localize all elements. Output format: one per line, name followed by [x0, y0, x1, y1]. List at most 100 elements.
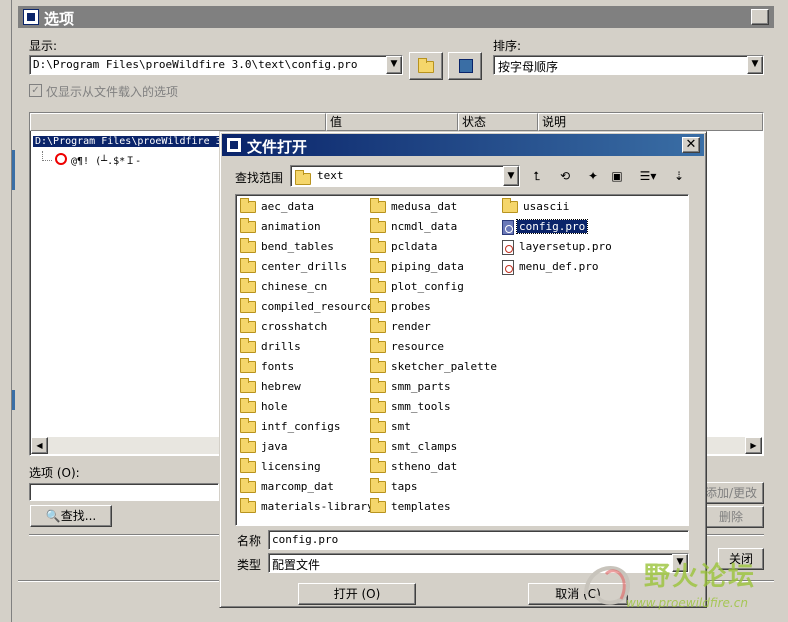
chevron-down-icon[interactable]: ▼ — [503, 166, 519, 186]
folder-item[interactable]: resource — [370, 337, 446, 357]
scroll-left-button[interactable]: ◀ — [31, 437, 48, 454]
file-dialog-close-icon[interactable]: ✕ — [682, 137, 700, 153]
folder-item[interactable]: usascii — [502, 197, 571, 217]
left-edge-marker — [12, 150, 15, 190]
chevron-down-icon[interactable]: ▼ — [386, 56, 402, 74]
folder-item[interactable]: templates — [370, 497, 453, 517]
file-name: intf_configs — [261, 420, 341, 433]
save-config-button[interactable] — [448, 52, 482, 80]
folder-icon — [240, 358, 256, 373]
folder-item[interactable]: medusa_dat — [370, 197, 459, 217]
folder-item[interactable]: fonts — [240, 357, 296, 377]
left-window-edge — [0, 0, 12, 622]
folder-item[interactable]: pcldata — [370, 237, 439, 257]
only-loaded-label: 仅显示从文件载入的选项 — [46, 85, 179, 99]
folder-icon — [370, 358, 386, 373]
look-in-label: 查找范围 — [235, 171, 284, 185]
folder-icon — [240, 458, 256, 473]
name-label: 名称 — [237, 534, 262, 548]
folder-history-icon[interactable]: ⟲ — [554, 166, 576, 186]
folder-item[interactable]: animation — [240, 217, 323, 237]
folder-item[interactable]: center_drills — [240, 257, 349, 277]
view-menu-icon[interactable]: ☰▾ — [634, 166, 662, 186]
file-name: medusa_dat — [391, 200, 458, 213]
name-input[interactable]: config.pro — [268, 530, 689, 550]
add-change-button[interactable]: 添加/更改 — [698, 482, 764, 504]
open-folder-button[interactable] — [409, 52, 443, 80]
folder-item[interactable]: probes — [370, 297, 433, 317]
folder-item[interactable]: bend_tables — [240, 237, 336, 257]
folder-icon — [370, 478, 386, 493]
display-combo[interactable]: D:\Program Files\proeWildfire 3.0\text\c… — [29, 55, 403, 75]
file-name: resource — [391, 340, 444, 353]
folder-item[interactable]: smt_clamps — [370, 437, 459, 457]
open-button[interactable]: 打开 (O) — [298, 583, 416, 605]
look-in-combo[interactable]: text ▼ — [290, 165, 520, 187]
folder-item[interactable]: smm_parts — [370, 377, 453, 397]
folder-item[interactable]: piping_data — [370, 257, 466, 277]
folder-icon — [370, 258, 386, 273]
column-header-status[interactable]: 状态 — [458, 113, 538, 131]
folder-item[interactable]: chinese_cn — [240, 277, 329, 297]
folder-item[interactable]: hebrew — [240, 377, 303, 397]
sort-label: 排序: — [493, 39, 522, 53]
tools-icon[interactable]: ⇣ — [668, 166, 690, 186]
folder-item[interactable]: java — [240, 437, 290, 457]
new-folder-icon[interactable]: ✦ — [582, 166, 604, 186]
file-item[interactable]: menu_def.pro — [502, 257, 600, 277]
folder-item[interactable]: drills — [240, 337, 303, 357]
folder-item[interactable]: taps — [370, 477, 420, 497]
folder-item[interactable]: plot_config — [370, 277, 466, 297]
folder-item[interactable]: stheno_dat — [370, 457, 459, 477]
find-button[interactable]: 🔍查找... — [30, 505, 112, 527]
folder-item[interactable]: marcomp_dat — [240, 477, 336, 497]
folder-item[interactable]: smt — [370, 417, 413, 437]
option-input[interactable] — [29, 483, 219, 501]
file-name: hebrew — [261, 380, 301, 393]
column-header-name[interactable] — [30, 113, 326, 131]
open-folder-icon — [418, 58, 434, 73]
file-item[interactable]: config.pro — [502, 217, 589, 237]
chevron-down-icon[interactable]: ▼ — [747, 56, 763, 74]
folder-icon — [370, 218, 386, 233]
folder-item[interactable]: sketcher_palette — [370, 357, 499, 377]
left-edge-marker — [12, 390, 15, 410]
column-header-value[interactable]: 值 — [326, 113, 458, 131]
folder-item[interactable]: materials-library — [240, 497, 376, 517]
file-name: usascii — [523, 200, 570, 213]
column-header-description[interactable]: 说明 — [538, 113, 763, 131]
folder-icon — [240, 278, 256, 293]
folder-item[interactable]: crosshatch — [240, 317, 329, 337]
sort-combo[interactable]: 按字母顺序 ▼ — [493, 55, 764, 75]
folder-icon — [502, 198, 518, 213]
delete-button[interactable]: 删除 — [698, 506, 764, 528]
folder-item[interactable]: licensing — [240, 457, 323, 477]
folder-icon — [240, 338, 256, 353]
folder-icon — [370, 458, 386, 473]
folder-item[interactable]: render — [370, 317, 433, 337]
folder-item[interactable]: ncmdl_data — [370, 217, 459, 237]
file-name: plot_config — [391, 280, 464, 293]
no-entry-icon — [55, 153, 67, 165]
file-name: render — [391, 320, 431, 333]
up-folder-icon[interactable]: ⮤ — [526, 166, 548, 186]
file-item[interactable]: layersetup.pro — [502, 237, 614, 257]
desktop-folder-icon[interactable]: ▣ — [606, 166, 628, 186]
folder-icon — [370, 278, 386, 293]
folder-item[interactable]: smm_tools — [370, 397, 453, 417]
tree-root-item[interactable]: D:\Program Files\proeWildfire 3 — [33, 136, 223, 147]
only-loaded-checkbox[interactable]: ✓ — [29, 84, 42, 97]
tree-child-item[interactable]: @¶! (┴.$*Ｉ- — [71, 152, 141, 167]
scroll-right-button[interactable]: ▶ — [745, 437, 762, 454]
options-close-icon[interactable]: ✕ — [751, 9, 769, 25]
file-name: ncmdl_data — [391, 220, 458, 233]
file-list[interactable]: aec_data animation bend_tables center_drill… — [235, 194, 689, 526]
file-name: animation — [261, 220, 321, 233]
folder-item[interactable]: hole — [240, 397, 290, 417]
file-name: aec_data — [261, 200, 314, 213]
folder-item[interactable]: aec_data — [240, 197, 316, 217]
folder-item[interactable]: compiled_resource — [240, 297, 376, 317]
folder-item[interactable]: intf_configs — [240, 417, 342, 437]
file-name: smm_tools — [391, 400, 451, 413]
file-dialog-icon — [226, 137, 242, 153]
